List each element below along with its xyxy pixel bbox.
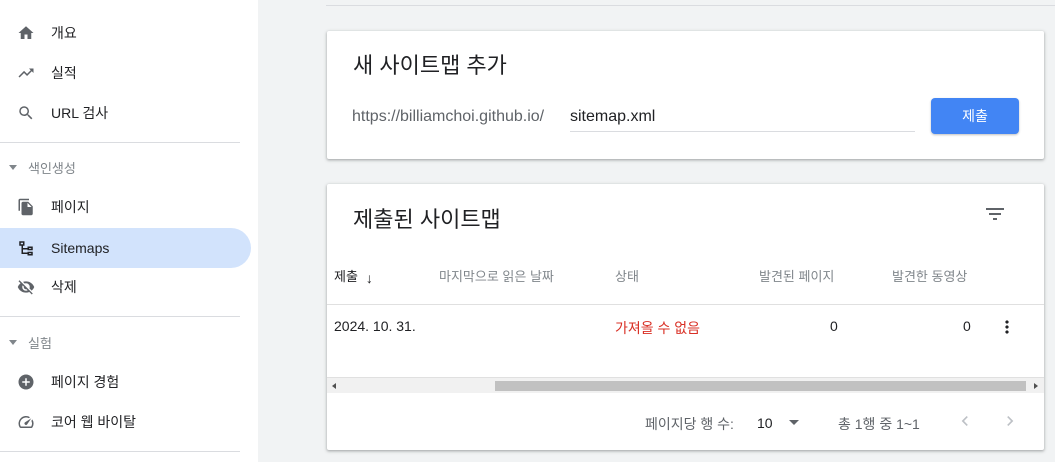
section-title: 색인생성 [28,160,76,176]
sidebar-item-label: 코어 웹 바이탈 [51,414,137,430]
sidebar-divider [0,142,240,143]
sidebar-item-overview[interactable]: 개요 [0,13,251,53]
rows-per-page-select[interactable]: 10 [757,413,803,433]
file-copy-icon [16,197,36,217]
header-divider [327,304,1044,305]
sitemap-url-input[interactable] [570,102,915,131]
trending-up-icon [16,63,36,83]
column-header-discovered-pages[interactable]: 발견된 페이지 [759,266,834,285]
filter-icon[interactable] [983,202,1007,226]
dropdown-arrow-icon [789,420,799,425]
sidebar-item-page-experience[interactable]: 페이지 경험 [0,362,251,402]
column-header-label: 제출 [334,269,358,284]
section-header-indexing[interactable]: 색인생성 [0,147,240,187]
chevron-right-icon [1007,416,1014,426]
chevron-left-icon [961,416,968,426]
cell-discovered-pages: 0 [830,318,838,334]
speed-gauge-icon [16,412,36,432]
add-circle-icon [16,372,36,392]
column-header-status[interactable]: 상태 [615,266,639,285]
sidebar-item-label: 페이지 경험 [51,374,120,390]
sitemap-icon [16,238,36,258]
sidebar-item-url-inspection[interactable]: URL 검사 [0,93,251,133]
sort-arrow-icon: ↓ [365,269,373,286]
more-vert-icon[interactable] [995,315,1019,339]
prev-page-button[interactable] [953,409,977,433]
cell-discovered-videos: 0 [963,318,971,334]
column-header-submitted[interactable]: 제출 ↓ [334,266,373,286]
sidebar-item-pages[interactable]: 페이지 [0,187,251,227]
sidebar-divider [0,316,240,317]
sidebar-item-label: 페이지 [51,199,90,215]
section-title: 실험 [28,335,52,351]
submit-button[interactable]: 제출 [931,98,1019,134]
scroll-left-icon[interactable] [332,383,336,389]
section-header-experiments[interactable]: 실험 [0,322,240,362]
rows-per-page-label: 페이지당 행 수: [645,416,734,432]
cell-status: 가져올 수 없음 [615,320,701,336]
search-icon [16,103,36,123]
sidebar-divider [0,451,240,452]
sidebar-item-label: 실적 [51,65,77,81]
sitemap-url-field [570,102,915,132]
sidebar-item-sitemaps[interactable]: Sitemaps [0,228,251,268]
sidebar-item-label: URL 검사 [51,105,109,121]
add-sitemap-card: 새 사이트맵 추가 https://billiamchoi.github.io/… [327,31,1044,159]
scroll-right-icon[interactable] [1034,383,1038,389]
sidebar-item-label: 삭제 [51,279,77,295]
caret-down-icon [9,164,17,170]
sidebar-item-performance[interactable]: 실적 [0,53,251,93]
cell-submitted-date: 2024. 10. 31. [334,318,416,334]
column-header-last-read[interactable]: 마지막으로 읽은 날짜 [439,266,554,285]
sidebar-item-core-web-vitals[interactable]: 코어 웹 바이탈 [0,402,251,442]
column-header-discovered-videos[interactable]: 발견한 동영상 [892,266,967,285]
pagination-range: 총 1행 중 1~1 [838,416,920,432]
sidebar-item-label: 개요 [51,25,77,41]
caret-down-icon [9,339,17,345]
home-icon [16,23,36,43]
scrollbar-thumb[interactable] [495,381,1026,391]
next-page-button[interactable] [998,409,1022,433]
horizontal-scrollbar[interactable] [327,377,1044,393]
sidebar: 개요 실적 URL 검사 색인생성 페이지 Sitemaps 삭제 실험 페이지… [0,0,258,462]
visibility-off-icon [16,277,36,297]
url-prefix: https://billiamchoi.github.io/ [352,108,545,125]
sidebar-item-label: Sitemaps [51,240,110,256]
main-content: 새 사이트맵 추가 https://billiamchoi.github.io/… [258,0,1055,462]
top-strip [326,0,1055,6]
submitted-sitemaps-title: 제출된 사이트맵 [353,207,501,232]
submitted-sitemaps-card: 제출된 사이트맵 제출 ↓ 마지막으로 읽은 날짜 상태 발견된 페이지 발견한 … [327,184,1044,450]
sidebar-item-removals[interactable]: 삭제 [0,267,251,307]
rows-per-page-value: 10 [757,415,773,431]
add-sitemap-title: 새 사이트맵 추가 [353,53,507,78]
